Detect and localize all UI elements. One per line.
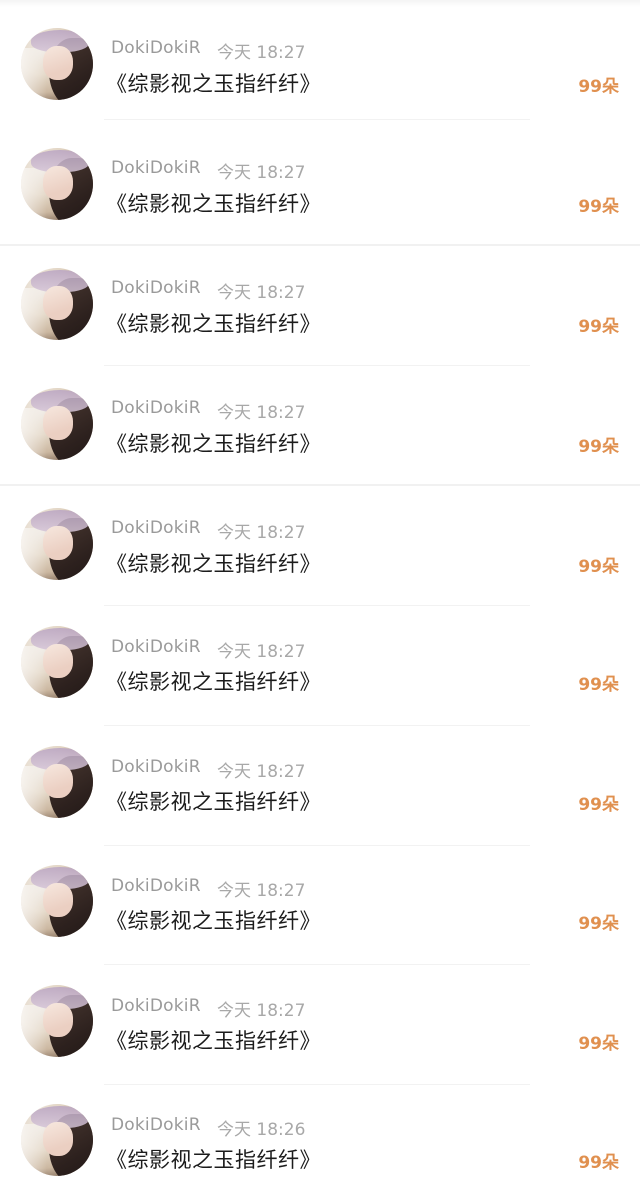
avatar[interactable] [21,626,93,698]
avatar[interactable] [21,268,93,340]
flower-count: 99朵 [578,197,619,217]
timestamp: 今天 18:27 [217,881,306,901]
timestamp: 今天 18:27 [217,523,306,543]
flower-count: 99朵 [578,437,619,457]
avatar[interactable] [21,148,93,220]
username[interactable]: DokiDokiR [111,158,201,178]
username[interactable]: DokiDokiR [111,518,201,538]
book-title[interactable]: 《综影视之玉指纤纤》 [106,666,321,696]
avatar[interactable] [21,865,93,937]
avatar[interactable] [21,28,93,100]
list-item[interactable]: DokiDokiR 今天 18:27 《综影视之玉指纤纤》 99朵 [0,246,640,366]
book-title[interactable]: 《综影视之玉指纤纤》 [106,905,321,935]
flower-count: 99朵 [578,1153,619,1173]
timestamp: 今天 18:27 [217,642,306,662]
list-item[interactable]: DokiDokiR 今天 18:27 《综影视之玉指纤纤》 99朵 [0,0,640,120]
username[interactable]: DokiDokiR [111,996,201,1016]
username[interactable]: DokiDokiR [111,876,201,896]
book-title[interactable]: 《综影视之玉指纤纤》 [106,1144,321,1174]
book-title[interactable]: 《综影视之玉指纤纤》 [106,188,321,218]
timestamp: 今天 18:27 [217,163,306,183]
book-title[interactable]: 《综影视之玉指纤纤》 [106,1025,321,1055]
list-item[interactable]: DokiDokiR 今天 18:27 《综影视之玉指纤纤》 99朵 [0,486,640,606]
flower-count: 99朵 [578,675,619,695]
timestamp: 今天 18:26 [217,1120,306,1140]
timestamp: 今天 18:27 [217,403,306,423]
flower-count: 99朵 [578,1034,619,1054]
username[interactable]: DokiDokiR [111,637,201,657]
flower-count: 99朵 [578,914,619,934]
book-title[interactable]: 《综影视之玉指纤纤》 [106,428,321,458]
avatar[interactable] [21,1104,93,1176]
avatar[interactable] [21,508,93,580]
flower-count: 99朵 [578,795,619,815]
avatar[interactable] [21,388,93,460]
book-title[interactable]: 《综影视之玉指纤纤》 [106,68,321,98]
gift-record-list: DokiDokiR 今天 18:27 《综影视之玉指纤纤》 99朵 DokiDo… [0,0,640,1195]
list-item[interactable]: DokiDokiR 今天 18:27 《综影视之玉指纤纤》 99朵 [0,606,640,726]
username[interactable]: DokiDokiR [111,757,201,777]
timestamp: 今天 18:27 [217,43,306,63]
username[interactable]: DokiDokiR [111,1115,201,1135]
username[interactable]: DokiDokiR [111,278,201,298]
list-item[interactable]: DokiDokiR 今天 18:27 《综影视之玉指纤纤》 99朵 [0,726,640,846]
timestamp: 今天 18:27 [217,283,306,303]
avatar[interactable] [21,985,93,1057]
list-item[interactable]: DokiDokiR 今天 18:27 《综影视之玉指纤纤》 99朵 [0,965,640,1085]
book-title[interactable]: 《综影视之玉指纤纤》 [106,308,321,338]
book-title[interactable]: 《综影视之玉指纤纤》 [106,786,321,816]
book-title[interactable]: 《综影视之玉指纤纤》 [106,548,321,578]
avatar[interactable] [21,746,93,818]
list-item[interactable]: DokiDokiR 今天 18:27 《综影视之玉指纤纤》 99朵 [0,120,640,246]
list-item[interactable]: DokiDokiR 今天 18:26 《综影视之玉指纤纤》 99朵 [0,1084,640,1195]
list-item[interactable]: DokiDokiR 今天 18:27 《综影视之玉指纤纤》 99朵 [0,366,640,486]
flower-count: 99朵 [578,77,619,97]
username[interactable]: DokiDokiR [111,38,201,58]
list-item[interactable]: DokiDokiR 今天 18:27 《综影视之玉指纤纤》 99朵 [0,845,640,965]
flower-count: 99朵 [578,557,619,577]
timestamp: 今天 18:27 [217,762,306,782]
flower-count: 99朵 [578,317,619,337]
username[interactable]: DokiDokiR [111,398,201,418]
timestamp: 今天 18:27 [217,1001,306,1021]
